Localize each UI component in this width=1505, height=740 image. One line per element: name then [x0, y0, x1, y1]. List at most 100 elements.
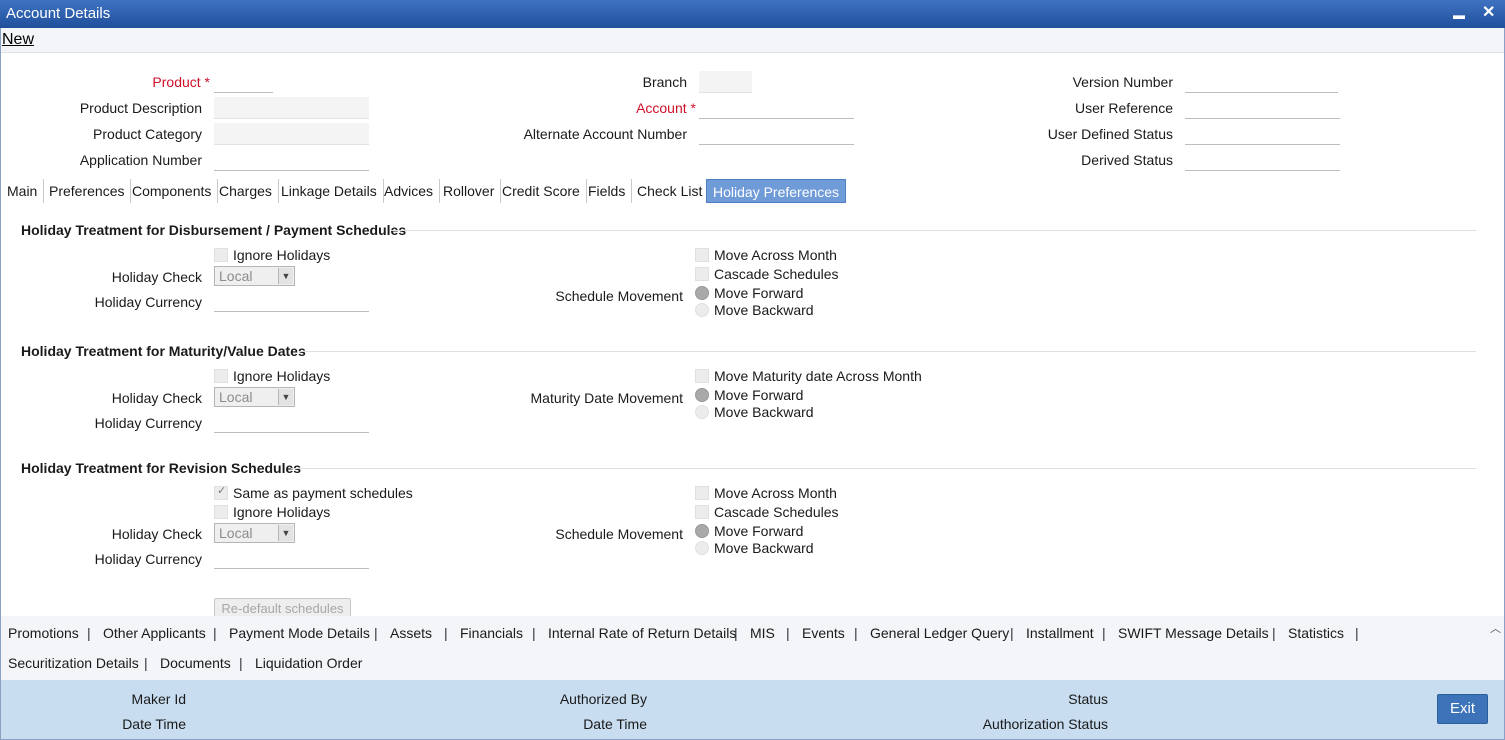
link-events[interactable]: Events [802, 625, 845, 641]
maturity-date-movement-label: Maturity Date Movement [530, 390, 684, 406]
link-documents[interactable]: Documents [160, 655, 231, 671]
rev-move-across-month-checkbox[interactable] [695, 486, 709, 500]
chevron-down-icon [278, 389, 293, 405]
link-swift-message-details[interactable]: SWIFT Message Details [1118, 625, 1269, 641]
rev-ignore-holidays-label: Ignore Holidays [233, 504, 331, 520]
product-description-label: Product Description [79, 100, 202, 116]
tab-linkage-details[interactable]: Linkage Details [275, 179, 384, 203]
checker-date-time-label: Date Time [583, 716, 647, 732]
user-defined-status-label: User Defined Status [1047, 126, 1173, 142]
window-titlebar: Account Details ▬ ✕ [0, 0, 1505, 28]
alternate-account-number-field[interactable] [699, 123, 854, 145]
rev-ignore-holidays-checkbox[interactable] [214, 505, 228, 519]
tab-components[interactable]: Components [126, 179, 219, 203]
link-general-ledger-query[interactable]: General Ledger Query [870, 625, 1009, 641]
link-installment[interactable]: Installment [1026, 625, 1094, 641]
disb-move-forward-radio[interactable] [695, 286, 709, 300]
product-label: Product * [152, 74, 210, 90]
disb-cascade-schedules-label: Cascade Schedules [714, 266, 839, 282]
link-promotions[interactable]: Promotions [8, 625, 79, 641]
mat-move-backward-label: Move Backward [714, 404, 814, 420]
authorization-status-label: Authorization Status [982, 716, 1108, 732]
link-separator: | [444, 625, 448, 641]
rev-cascade-schedules-checkbox[interactable] [695, 505, 709, 519]
mat-move-backward-radio[interactable] [695, 405, 709, 419]
link-other-applicants[interactable]: Other Applicants [103, 625, 206, 641]
tab-bar: Main Preferences Components Charges Link… [0, 179, 1505, 203]
rev-holiday-check-select[interactable]: Local [214, 523, 295, 543]
mat-move-across-month-checkbox[interactable] [695, 369, 709, 383]
link-liquidation-order[interactable]: Liquidation Order [255, 655, 362, 671]
account-field[interactable] [699, 97, 854, 119]
link-internal-rate-of-return[interactable]: Internal Rate of Return Details [548, 625, 736, 641]
product-description-field [214, 97, 369, 119]
mat-holiday-check-select[interactable]: Local [214, 387, 295, 407]
rev-move-forward-radio[interactable] [695, 524, 709, 538]
link-separator: | [1102, 625, 1106, 641]
minimize-icon[interactable]: ▬ [1453, 6, 1465, 24]
mat-ignore-holidays-checkbox[interactable] [214, 369, 228, 383]
disb-holiday-check-label: Holiday Check [111, 269, 202, 285]
tab-check-list[interactable]: Check List [631, 179, 710, 203]
tab-rollover[interactable]: Rollover [437, 179, 502, 203]
rev-same-as-payment-checkbox[interactable] [214, 484, 228, 500]
tab-credit-score[interactable]: Credit Score [496, 179, 587, 203]
link-separator: | [786, 625, 790, 641]
chevron-up-icon[interactable]: ︿ [1490, 620, 1501, 636]
rev-holiday-currency-field[interactable] [214, 547, 369, 569]
disb-move-backward-label: Move Backward [714, 302, 814, 318]
link-separator: | [734, 625, 738, 641]
link-payment-mode-details[interactable]: Payment Mode Details [229, 625, 370, 641]
link-separator: | [1010, 625, 1014, 641]
link-mis[interactable]: MIS [750, 625, 775, 641]
rev-move-backward-radio[interactable] [695, 541, 709, 555]
rev-move-forward-label: Move Forward [714, 523, 804, 539]
link-statistics[interactable]: Statistics [1288, 625, 1344, 641]
disb-move-backward-radio[interactable] [695, 303, 709, 317]
mat-holiday-currency-label: Holiday Currency [94, 415, 202, 431]
user-reference-field[interactable] [1185, 97, 1340, 119]
alternate-account-number-label: Alternate Account Number [523, 126, 687, 142]
disb-ignore-holidays-checkbox[interactable] [214, 248, 228, 262]
disb-move-across-month-checkbox[interactable] [695, 248, 709, 262]
tab-main[interactable]: Main [1, 179, 45, 203]
mat-move-across-month-label: Move Maturity date Across Month [714, 368, 922, 384]
user-defined-status-field[interactable] [1185, 123, 1340, 145]
tab-charges[interactable]: Charges [213, 179, 279, 203]
link-separator: | [239, 655, 243, 671]
maker-id-label: Maker Id [131, 691, 186, 707]
derived-status-field[interactable] [1185, 149, 1340, 171]
new-link[interactable]: New [2, 31, 34, 49]
audit-footer [0, 680, 1505, 740]
product-field[interactable] [214, 71, 273, 93]
maker-date-time-label: Date Time [122, 716, 186, 732]
revision-section-title: Holiday Treatment for Revision Schedules [21, 460, 302, 476]
close-icon[interactable]: ✕ [1482, 4, 1495, 22]
tab-holiday-preferences[interactable]: Holiday Preferences [706, 179, 847, 203]
link-separator: | [532, 625, 536, 641]
user-reference-label: User Reference [1074, 100, 1173, 116]
section-divider [391, 230, 1476, 231]
branch-label: Branch [642, 74, 687, 90]
maturity-section-title: Holiday Treatment for Maturity/Value Dat… [21, 343, 306, 359]
mat-holiday-check-label: Holiday Check [111, 390, 202, 406]
mat-ignore-holidays-label: Ignore Holidays [233, 368, 331, 384]
tab-fields[interactable]: Fields [582, 179, 633, 203]
tab-preferences[interactable]: Preferences [43, 179, 132, 203]
tab-advices[interactable]: Advices [378, 179, 441, 203]
disb-cascade-schedules-checkbox[interactable] [695, 267, 709, 281]
mat-move-forward-radio[interactable] [695, 388, 709, 402]
mat-holiday-currency-field[interactable] [214, 411, 369, 433]
application-number-field[interactable] [214, 149, 369, 171]
link-financials[interactable]: Financials [460, 625, 523, 641]
menu-bar: New [0, 28, 1505, 53]
product-category-label: Product Category [93, 126, 202, 142]
disb-holiday-check-select[interactable]: Local [214, 266, 295, 286]
link-separator: | [854, 625, 858, 641]
disb-holiday-currency-field[interactable] [214, 290, 369, 312]
link-securitization-details[interactable]: Securitization Details [8, 655, 139, 671]
link-assets[interactable]: Assets [390, 625, 432, 641]
rev-holiday-check-label: Holiday Check [111, 526, 202, 542]
version-number-field[interactable] [1185, 71, 1338, 93]
exit-button[interactable]: Exit [1437, 694, 1488, 724]
